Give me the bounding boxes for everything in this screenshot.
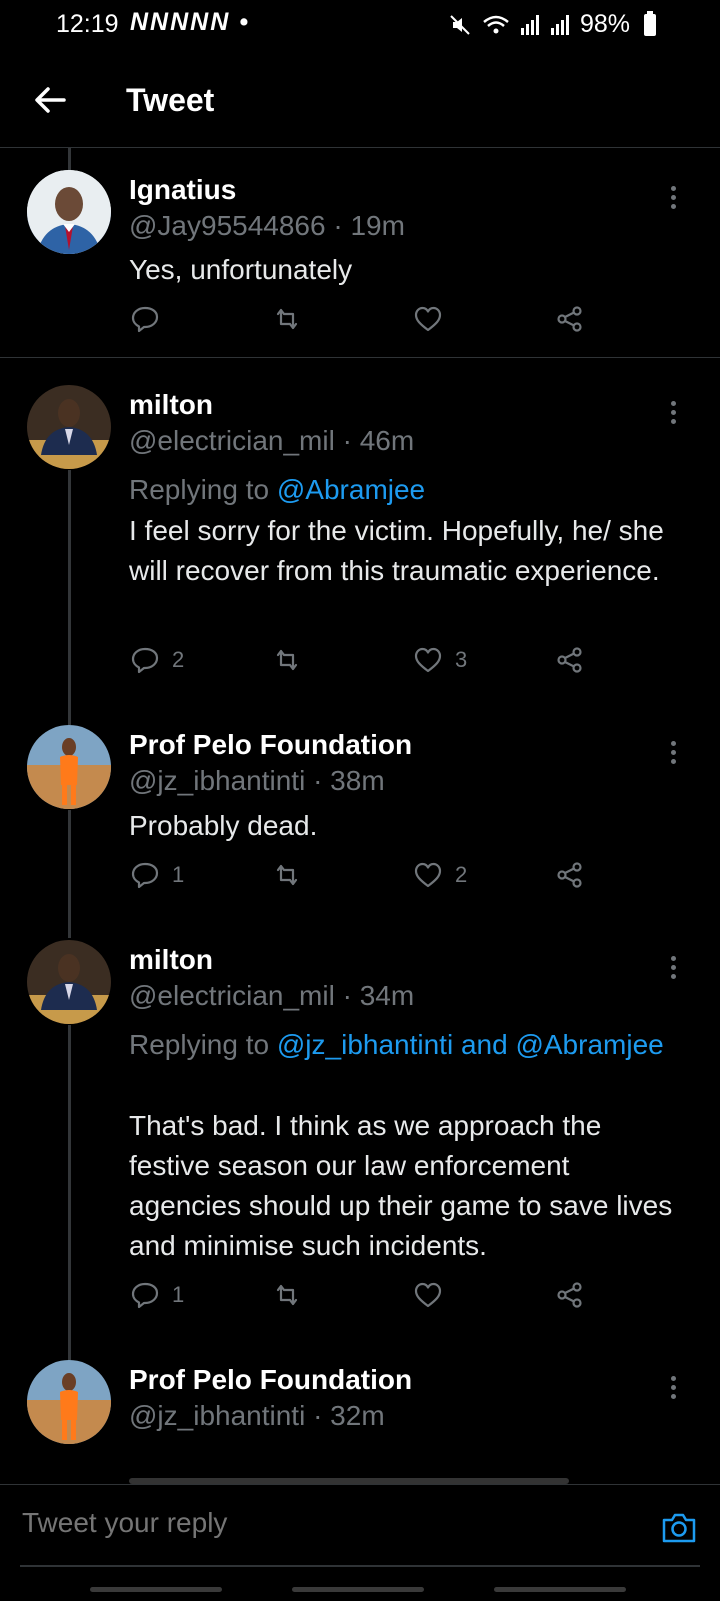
input-underline	[20, 1565, 700, 1567]
author-name[interactable]: Prof Pelo Foundation	[129, 729, 412, 761]
camera-icon[interactable]	[660, 1509, 698, 1547]
tweet-actions: 2 3	[0, 645, 720, 685]
reply-count: 1	[172, 862, 185, 887]
tweet-text: Probably dead.	[129, 810, 318, 841]
notification-n-icons: NNNNN	[130, 8, 231, 36]
notification-dot: •	[239, 8, 250, 36]
like-button[interactable]	[413, 1280, 455, 1310]
reply-button[interactable]: 2	[130, 645, 184, 675]
reply-button[interactable]	[130, 304, 172, 334]
nav-back-button[interactable]	[494, 1587, 626, 1592]
like-count: 3	[455, 647, 468, 672]
author-name[interactable]: Prof Pelo Foundation	[129, 1364, 412, 1396]
avatar[interactable]	[27, 940, 111, 1024]
battery-icon	[644, 10, 656, 36]
author-name[interactable]: Ignatius	[129, 174, 236, 206]
retweet-button[interactable]	[272, 1280, 302, 1310]
reply-composer	[0, 1484, 720, 1601]
mention-link[interactable]: @Abramjee	[277, 474, 425, 505]
signal-icon-1	[520, 14, 539, 35]
notification-icons: NNNNN •	[130, 8, 250, 37]
reply-button[interactable]: 1	[130, 1280, 184, 1310]
share-button[interactable]	[555, 304, 585, 334]
status-time: 12:19	[56, 10, 119, 38]
author-handle: @Jay95544866 · 19m	[129, 210, 405, 241]
thread-line	[68, 470, 71, 725]
author-handle: @electrician_mil · 34m	[129, 980, 415, 1011]
mention-link[interactable]: @jz_ibhantinti and @Abramjee	[277, 1029, 664, 1060]
nav-home-button[interactable]	[292, 1587, 424, 1592]
reply-icon	[131, 647, 159, 674]
author-handle: @jz_ibhantinti · 32m	[129, 1400, 385, 1431]
tweet-actions: 1 2	[0, 860, 720, 900]
replying-to: Replying to @Abramjee	[129, 474, 426, 505]
heart-icon	[414, 1282, 442, 1308]
reply-icon	[131, 1282, 159, 1309]
share-icon	[557, 647, 582, 673]
reply-count: 1	[172, 1282, 185, 1307]
divider	[0, 357, 720, 358]
avatar[interactable]	[27, 385, 111, 469]
like-button[interactable]	[413, 304, 455, 334]
heart-icon	[414, 306, 442, 332]
retweet-icon	[276, 1284, 298, 1306]
status-bar: 12:19 NNNNN • 98%	[0, 0, 720, 52]
back-arrow-icon[interactable]	[28, 78, 72, 122]
battery-percent: 98%	[579, 10, 630, 38]
page-title: Tweet	[126, 82, 215, 118]
replying-to: Replying to @jz_ibhantinti and @Abramjee	[129, 1029, 664, 1060]
more-options-icon[interactable]	[666, 737, 680, 771]
tweet-text: I feel sorry for the victim. Hopefully, …	[129, 515, 664, 586]
share-icon	[557, 862, 582, 888]
tweet-text: Yes, unfortunately	[129, 254, 353, 285]
status-right: 98%	[448, 10, 656, 39]
tweet-actions: 1	[0, 1280, 720, 1320]
retweet-button[interactable]	[272, 860, 302, 890]
retweet-icon	[276, 864, 298, 886]
share-icon	[557, 306, 582, 332]
share-button[interactable]	[555, 1280, 585, 1310]
mute-icon	[450, 14, 470, 35]
like-button[interactable]: 2	[413, 860, 467, 890]
reply-count: 2	[172, 647, 185, 672]
share-button[interactable]	[555, 860, 585, 890]
top-app-bar: Tweet	[0, 52, 720, 148]
more-options-icon[interactable]	[666, 1372, 680, 1406]
more-options-icon[interactable]	[666, 397, 680, 431]
wifi-icon	[483, 15, 509, 33]
avatar[interactable]	[27, 1360, 111, 1444]
signal-icon-2	[550, 14, 569, 35]
author-name[interactable]: milton	[129, 389, 213, 421]
tweet-actions	[0, 304, 720, 344]
retweet-button[interactable]	[272, 304, 302, 334]
thread-line	[68, 148, 71, 170]
more-options-icon[interactable]	[666, 952, 680, 986]
heart-icon	[414, 862, 442, 888]
share-icon	[557, 1282, 582, 1308]
reply-button[interactable]: 1	[130, 860, 184, 890]
avatar[interactable]	[27, 725, 111, 809]
nav-recents-button[interactable]	[90, 1587, 222, 1592]
reply-icon	[131, 306, 159, 333]
author-handle: @jz_ibhantinti · 38m	[129, 765, 385, 796]
retweet-button[interactable]	[272, 645, 302, 675]
share-button[interactable]	[555, 645, 585, 675]
like-count: 2	[455, 862, 468, 887]
avatar[interactable]	[27, 170, 111, 254]
heart-icon	[414, 647, 442, 673]
like-button[interactable]: 3	[413, 645, 467, 675]
more-options-icon[interactable]	[666, 182, 680, 216]
author-name[interactable]: milton	[129, 944, 213, 976]
tweet-text-cut-off	[129, 1468, 689, 1484]
retweet-icon	[276, 649, 298, 671]
reply-icon	[131, 862, 159, 889]
reply-input[interactable]	[20, 1497, 624, 1549]
author-handle: @electrician_mil · 46m	[129, 425, 415, 456]
retweet-icon	[276, 308, 298, 330]
tweet-text: That's bad. I think as we approach the f…	[129, 1110, 673, 1261]
